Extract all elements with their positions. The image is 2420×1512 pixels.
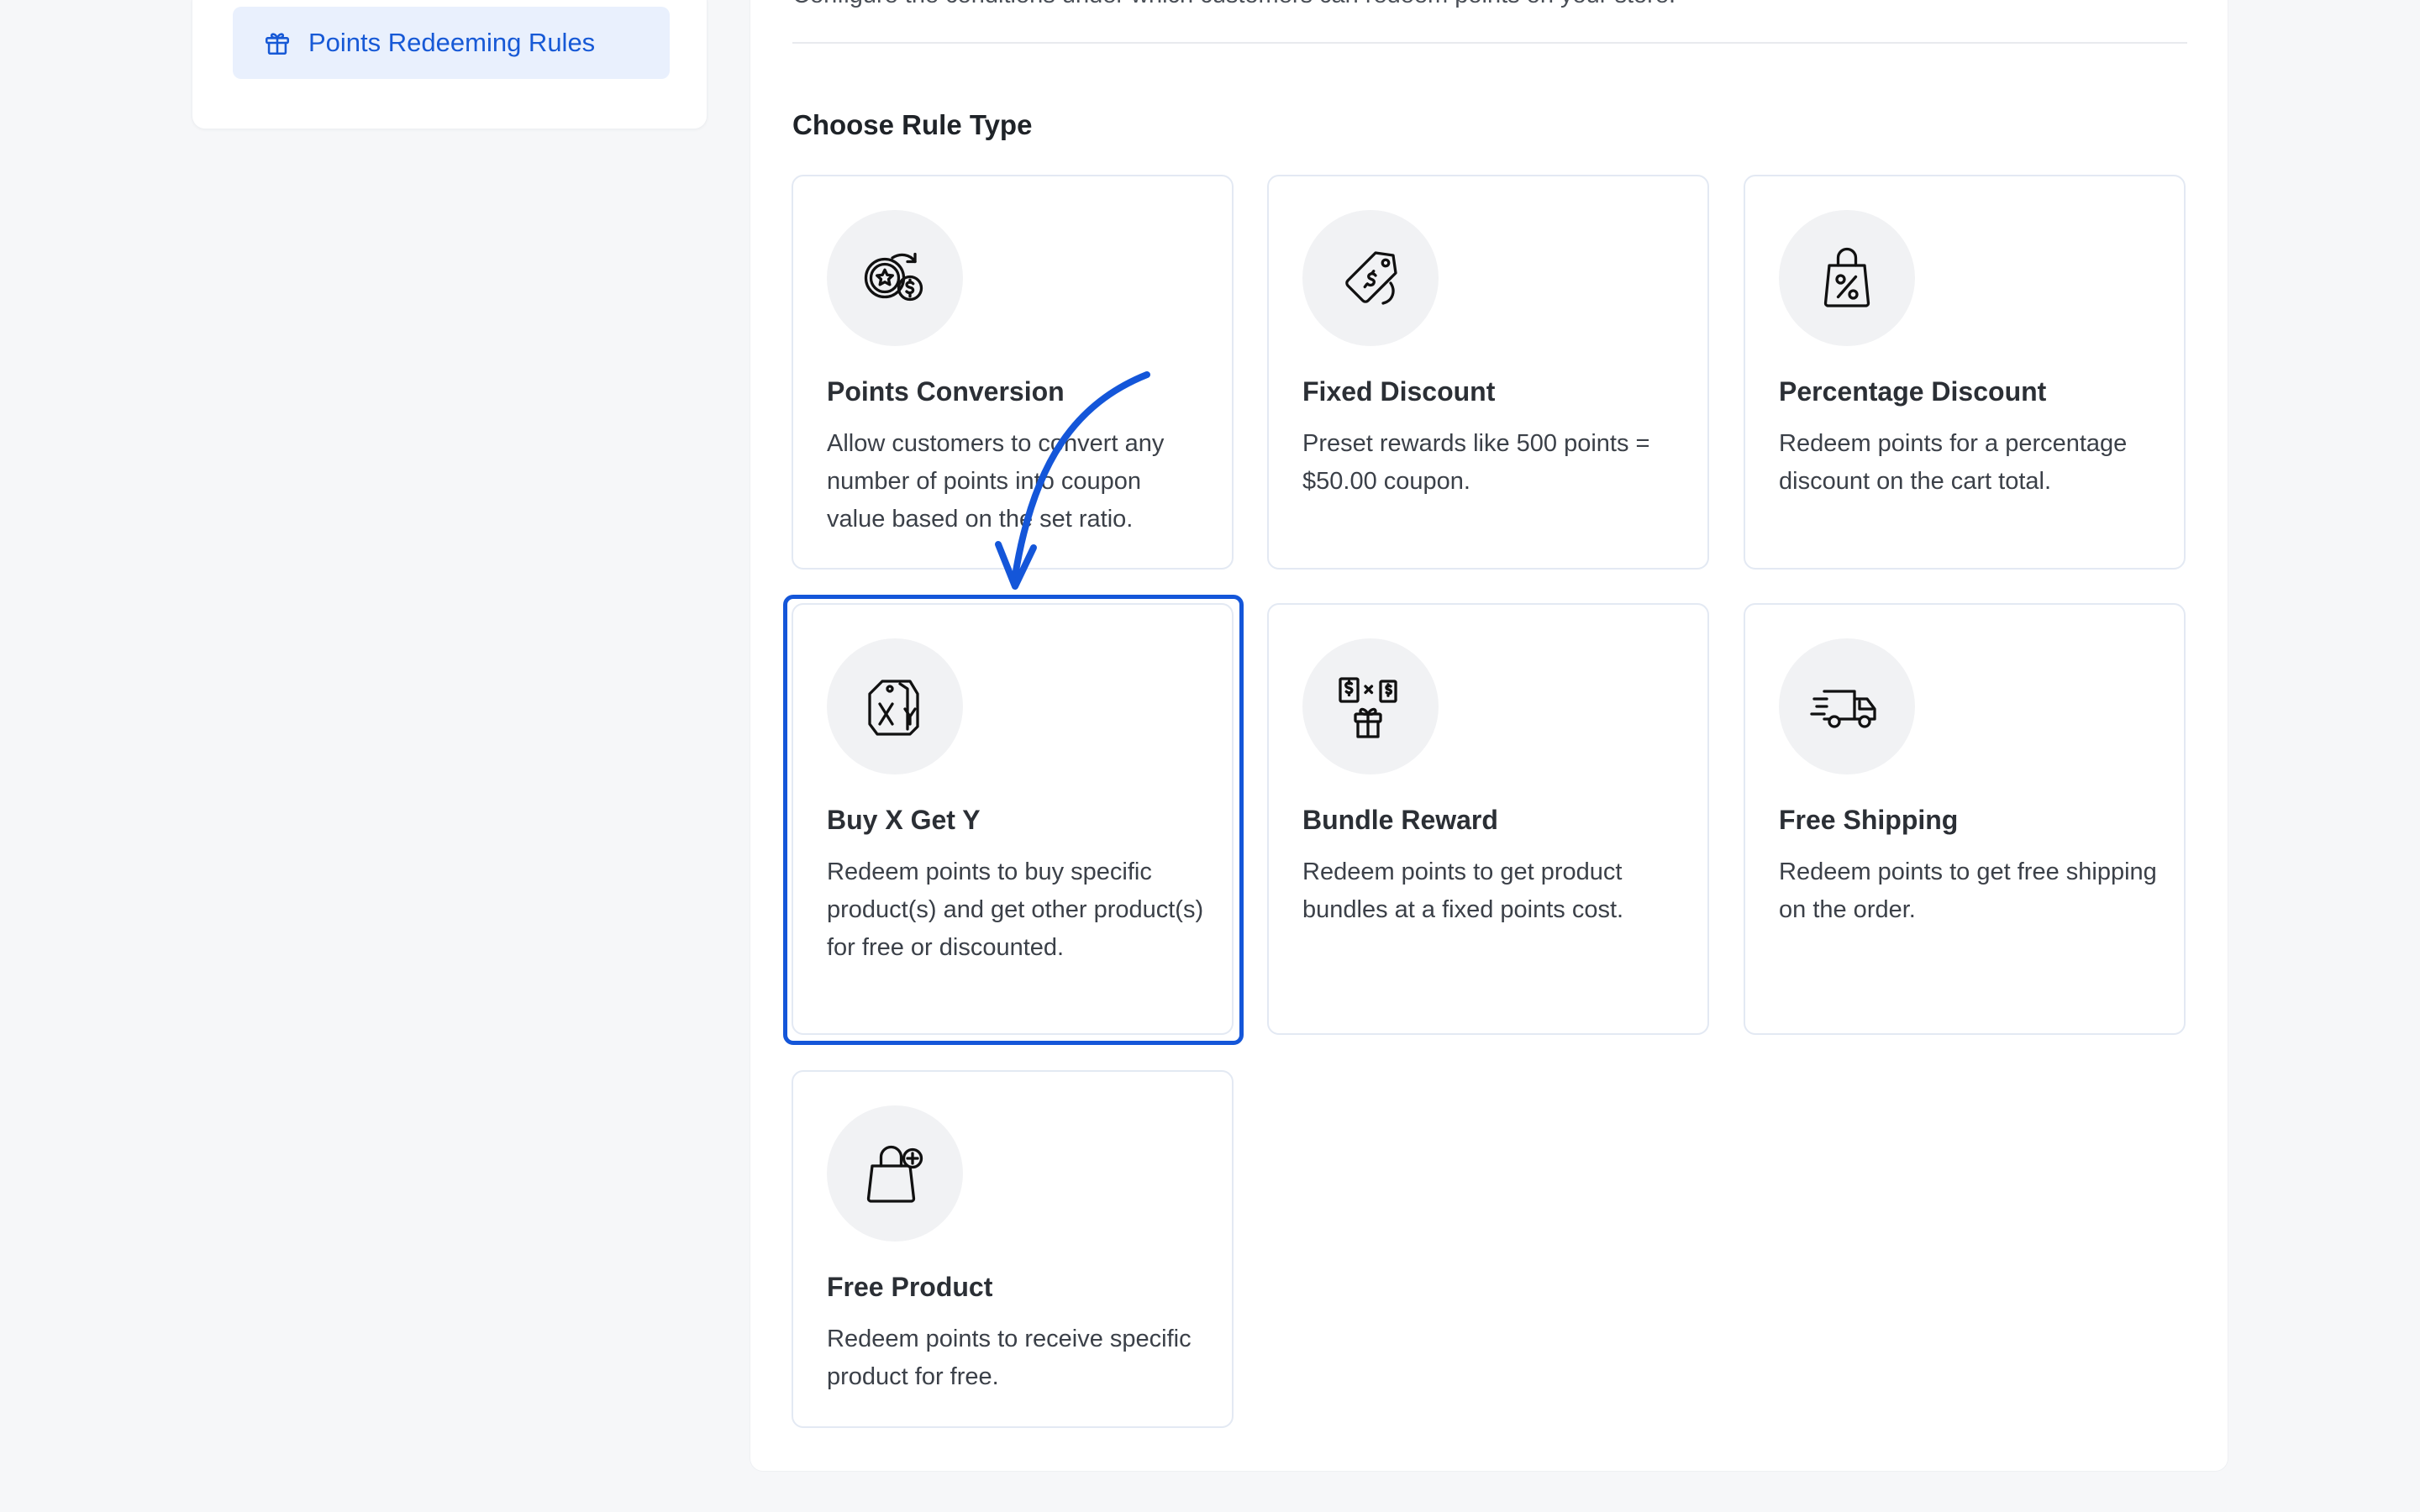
card-description: Allow customers to convert any number of… [827, 430, 1165, 533]
bag-plus-icon [866, 1145, 923, 1203]
icon-circle [827, 1105, 963, 1242]
card-description: Redeem points to receive specific produc… [827, 1326, 1192, 1390]
sidebar: Points Redeeming Rules [192, 0, 708, 129]
rule-card-fixed-discount[interactable]: Fixed Discount Preset rewards like 500 p… [1267, 175, 1709, 570]
divider [792, 42, 2187, 44]
icon-circle [1302, 638, 1439, 774]
section-title: Choose Rule Type [792, 109, 1033, 140]
card-description: Redeem points to get free shipping on th… [1779, 858, 2157, 923]
delivery-truck-icon [1810, 690, 1876, 728]
rule-card-free-shipping[interactable]: Free Shipping Redeem points to get free … [1744, 603, 2186, 1035]
icon-circle [827, 638, 963, 774]
card-description: Preset rewards like 500 points = $50.00 … [1302, 430, 1650, 495]
card-title: Bundle Reward [1302, 805, 1498, 835]
card-title: Free Shipping [1779, 805, 1959, 835]
rule-card-buy-x-get-y[interactable]: Buy X Get Y Redeem points to buy specifi… [792, 603, 1234, 1035]
sidebar-item-label: Points Redeeming Rules [308, 28, 596, 57]
percent-bag-icon [1823, 247, 1870, 307]
card-description: Redeem points for a percentage discount … [1779, 430, 2128, 495]
rule-card-percentage-discount[interactable]: Percentage Discount Redeem points for a … [1744, 175, 2186, 570]
price-tag-icon [1345, 251, 1397, 305]
rule-card-free-product[interactable]: Free Product Redeem points to receive sp… [792, 1070, 1234, 1428]
gift-icon [265, 33, 290, 55]
card-description: Redeem points to buy specific product(s)… [827, 858, 1204, 961]
rule-card-bundle-reward[interactable]: Bundle Reward Redeem points to get produ… [1267, 603, 1709, 1035]
icon-circle [1302, 210, 1439, 346]
card-description: Redeem points to get product bundles at … [1302, 858, 1624, 923]
card-title: Free Product [827, 1272, 993, 1302]
icon-circle [827, 210, 963, 346]
sidebar-item-points-redeeming-rules[interactable]: Points Redeeming Rules [233, 7, 670, 79]
page-description: Configure the conditions under which cus… [792, 0, 1676, 9]
points-conversion-icon [864, 252, 923, 302]
rule-card-points-conversion[interactable]: Points Conversion Allow customers to con… [792, 175, 1234, 570]
icon-circle [1779, 638, 1915, 774]
card-title: Points Conversion [827, 376, 1065, 407]
card-title: Buy X Get Y [827, 805, 981, 835]
card-title: Fixed Discount [1302, 376, 1496, 407]
buy-x-get-y-icon [868, 680, 919, 736]
card-title: Percentage Discount [1779, 376, 2047, 407]
icon-circle [1779, 210, 1915, 346]
bundle-reward-icon [1339, 677, 1397, 738]
